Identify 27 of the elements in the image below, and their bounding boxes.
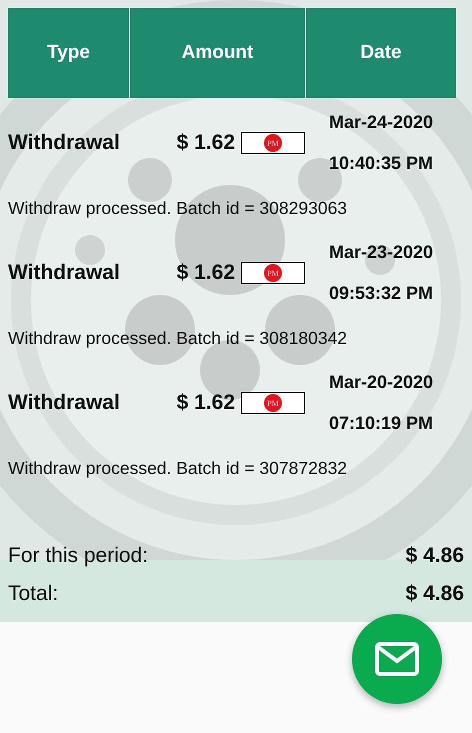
mail-button[interactable]	[352, 614, 442, 704]
payment-logo: PM	[264, 264, 282, 282]
transaction-time: 07:10:19 PM	[328, 413, 434, 434]
column-header: Amount	[129, 8, 305, 98]
payment-logo: PM	[264, 134, 282, 152]
transaction-time: 09:53:32 PM	[328, 283, 434, 304]
transaction-date: Mar-23-2020	[328, 242, 434, 263]
transaction-type: Withdrawal	[8, 261, 120, 285]
transaction-time: 10:40:35 PM	[328, 153, 434, 174]
amount: $ 1.62	[176, 261, 235, 285]
payment-logo: PM	[264, 394, 282, 412]
transaction-note: Withdraw processed. Batch id = 308293063	[8, 198, 348, 218]
transaction-type: Withdrawal	[8, 391, 120, 415]
summary-label: For this period:	[8, 544, 148, 568]
summary-value: $ 4.86	[406, 544, 464, 568]
summary-label: Total:	[8, 582, 58, 606]
amount: $ 1.62	[176, 391, 235, 415]
mail-icon	[374, 641, 420, 677]
transaction-type: Withdrawal	[8, 131, 120, 155]
column-header: Date	[305, 8, 456, 98]
transaction-note: Withdraw processed. Batch id = 308180342	[8, 328, 348, 348]
summary-value: $ 4.86	[406, 582, 464, 606]
transaction-date: Mar-24-2020	[328, 112, 434, 133]
column-header: Type	[8, 8, 129, 98]
transaction-note: Withdraw processed. Batch id = 307872832	[8, 458, 348, 478]
transaction-date: Mar-20-2020	[328, 372, 434, 393]
amount: $ 1.62	[176, 131, 235, 155]
